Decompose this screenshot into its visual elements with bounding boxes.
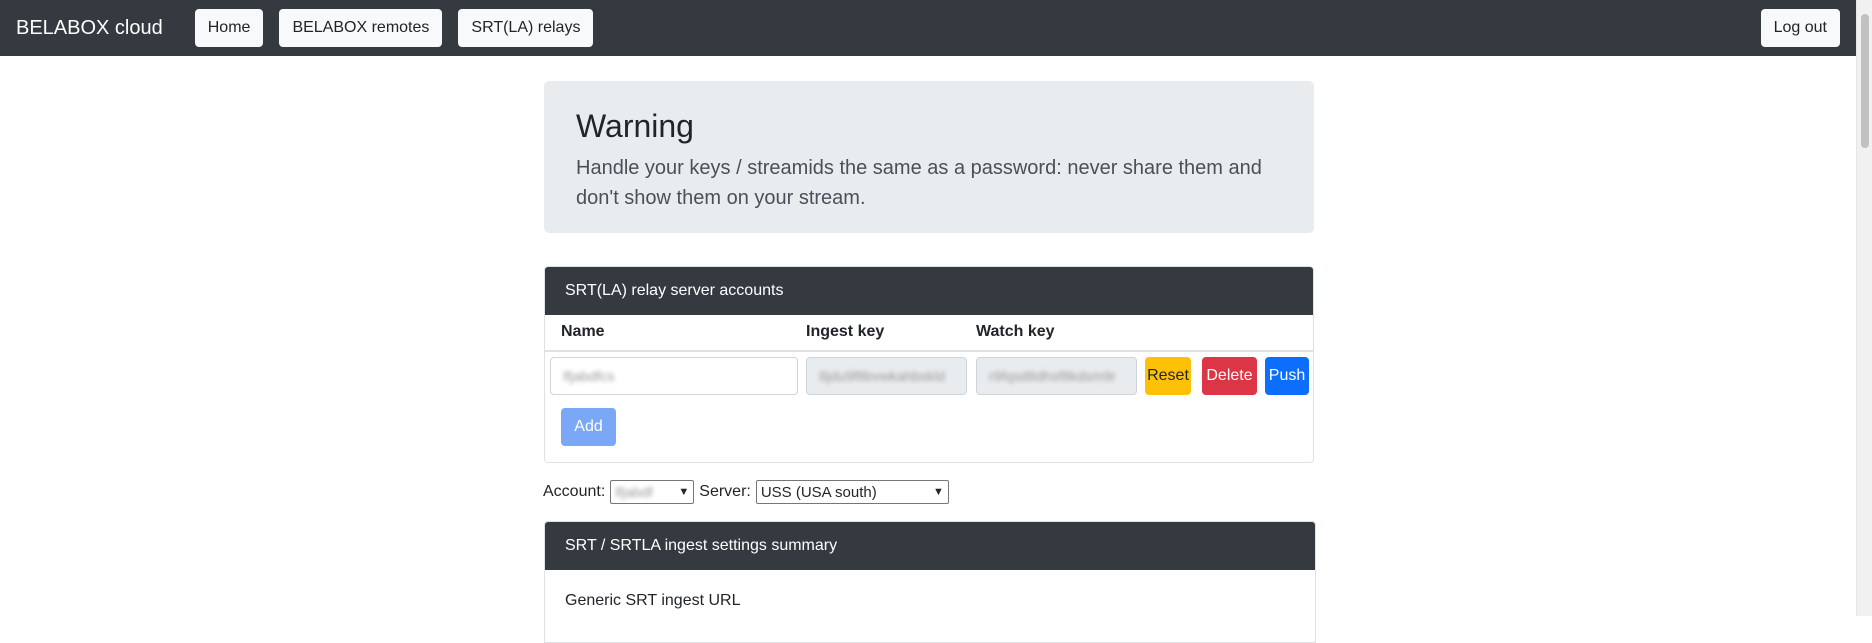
reset-button[interactable]: Reset bbox=[1145, 357, 1191, 395]
add-account-button[interactable]: Add bbox=[561, 408, 616, 446]
warning-text: Handle your keys / streamids the same as… bbox=[576, 157, 1262, 210]
watch-key-field[interactable]: r9fqsd8dhsf8kdsm9r bbox=[976, 357, 1137, 395]
column-header-ingest-key: Ingest key bbox=[806, 323, 885, 340]
delete-button[interactable]: Delete bbox=[1202, 357, 1257, 395]
account-select-label: Account: bbox=[543, 483, 606, 500]
accounts-table: Name Ingest key Watch key lfjabdfcs 8jdu… bbox=[545, 315, 1313, 462]
server-select-value: USS (USA south) bbox=[760, 483, 877, 501]
account-name-input[interactable]: lfjabdfcs bbox=[550, 357, 798, 395]
server-select[interactable]: USS (USA south) ▼ bbox=[755, 480, 949, 504]
ingest-summary-header: SRT / SRTLA ingest settings summary bbox=[545, 522, 1315, 570]
nav-relays-button[interactable]: SRT(LA) relays bbox=[458, 9, 594, 47]
page-scrollbar[interactable] bbox=[1856, 0, 1872, 616]
table-header-divider bbox=[545, 350, 1313, 352]
brand-link[interactable]: BELABOX cloud bbox=[16, 17, 163, 40]
accounts-card-header: SRT(LA) relay server accounts bbox=[545, 267, 1313, 315]
logout-button[interactable]: Log out bbox=[1760, 9, 1840, 47]
chevron-down-icon: ▼ bbox=[932, 486, 944, 498]
nav-home-button[interactable]: Home bbox=[194, 9, 264, 47]
account-select-value: lfjabdf bbox=[615, 484, 653, 500]
server-select-label: Server: bbox=[699, 483, 751, 500]
scrollbar-thumb[interactable] bbox=[1861, 14, 1869, 148]
warning-title: Warning bbox=[576, 108, 694, 144]
main-container: Warning Handle your keys / streamids the… bbox=[544, 81, 1314, 463]
top-navbar: BELABOX cloud Home BELABOX remotes SRT(L… bbox=[0, 0, 1856, 56]
nav-remotes-button[interactable]: BELABOX remotes bbox=[279, 9, 443, 47]
ingest-summary-card: SRT / SRTLA ingest settings summary Gene… bbox=[544, 521, 1316, 643]
settings-selector-row: Account: lfjabdf ▼ Server: USS (USA sout… bbox=[543, 480, 954, 504]
column-header-watch-key: Watch key bbox=[976, 323, 1055, 340]
watch-key-value: r9fqsd8dhsf8kdsm9r bbox=[989, 368, 1116, 384]
account-select[interactable]: lfjabdf ▼ bbox=[610, 480, 695, 504]
accounts-card: SRT(LA) relay server accounts Name Inges… bbox=[544, 266, 1314, 463]
ingest-key-value: 8jdu9f8bvwkahbskld bbox=[819, 368, 946, 384]
account-name-value: lfjabdfcs bbox=[563, 368, 615, 384]
push-button[interactable]: Push bbox=[1265, 357, 1309, 395]
column-header-name: Name bbox=[561, 323, 605, 340]
generic-srt-url-label: Generic SRT ingest URL bbox=[565, 592, 741, 609]
ingest-key-field[interactable]: 8jdu9f8bvwkahbskld bbox=[806, 357, 967, 395]
warning-panel: Warning Handle your keys / streamids the… bbox=[544, 81, 1314, 233]
chevron-down-icon: ▼ bbox=[678, 486, 690, 498]
